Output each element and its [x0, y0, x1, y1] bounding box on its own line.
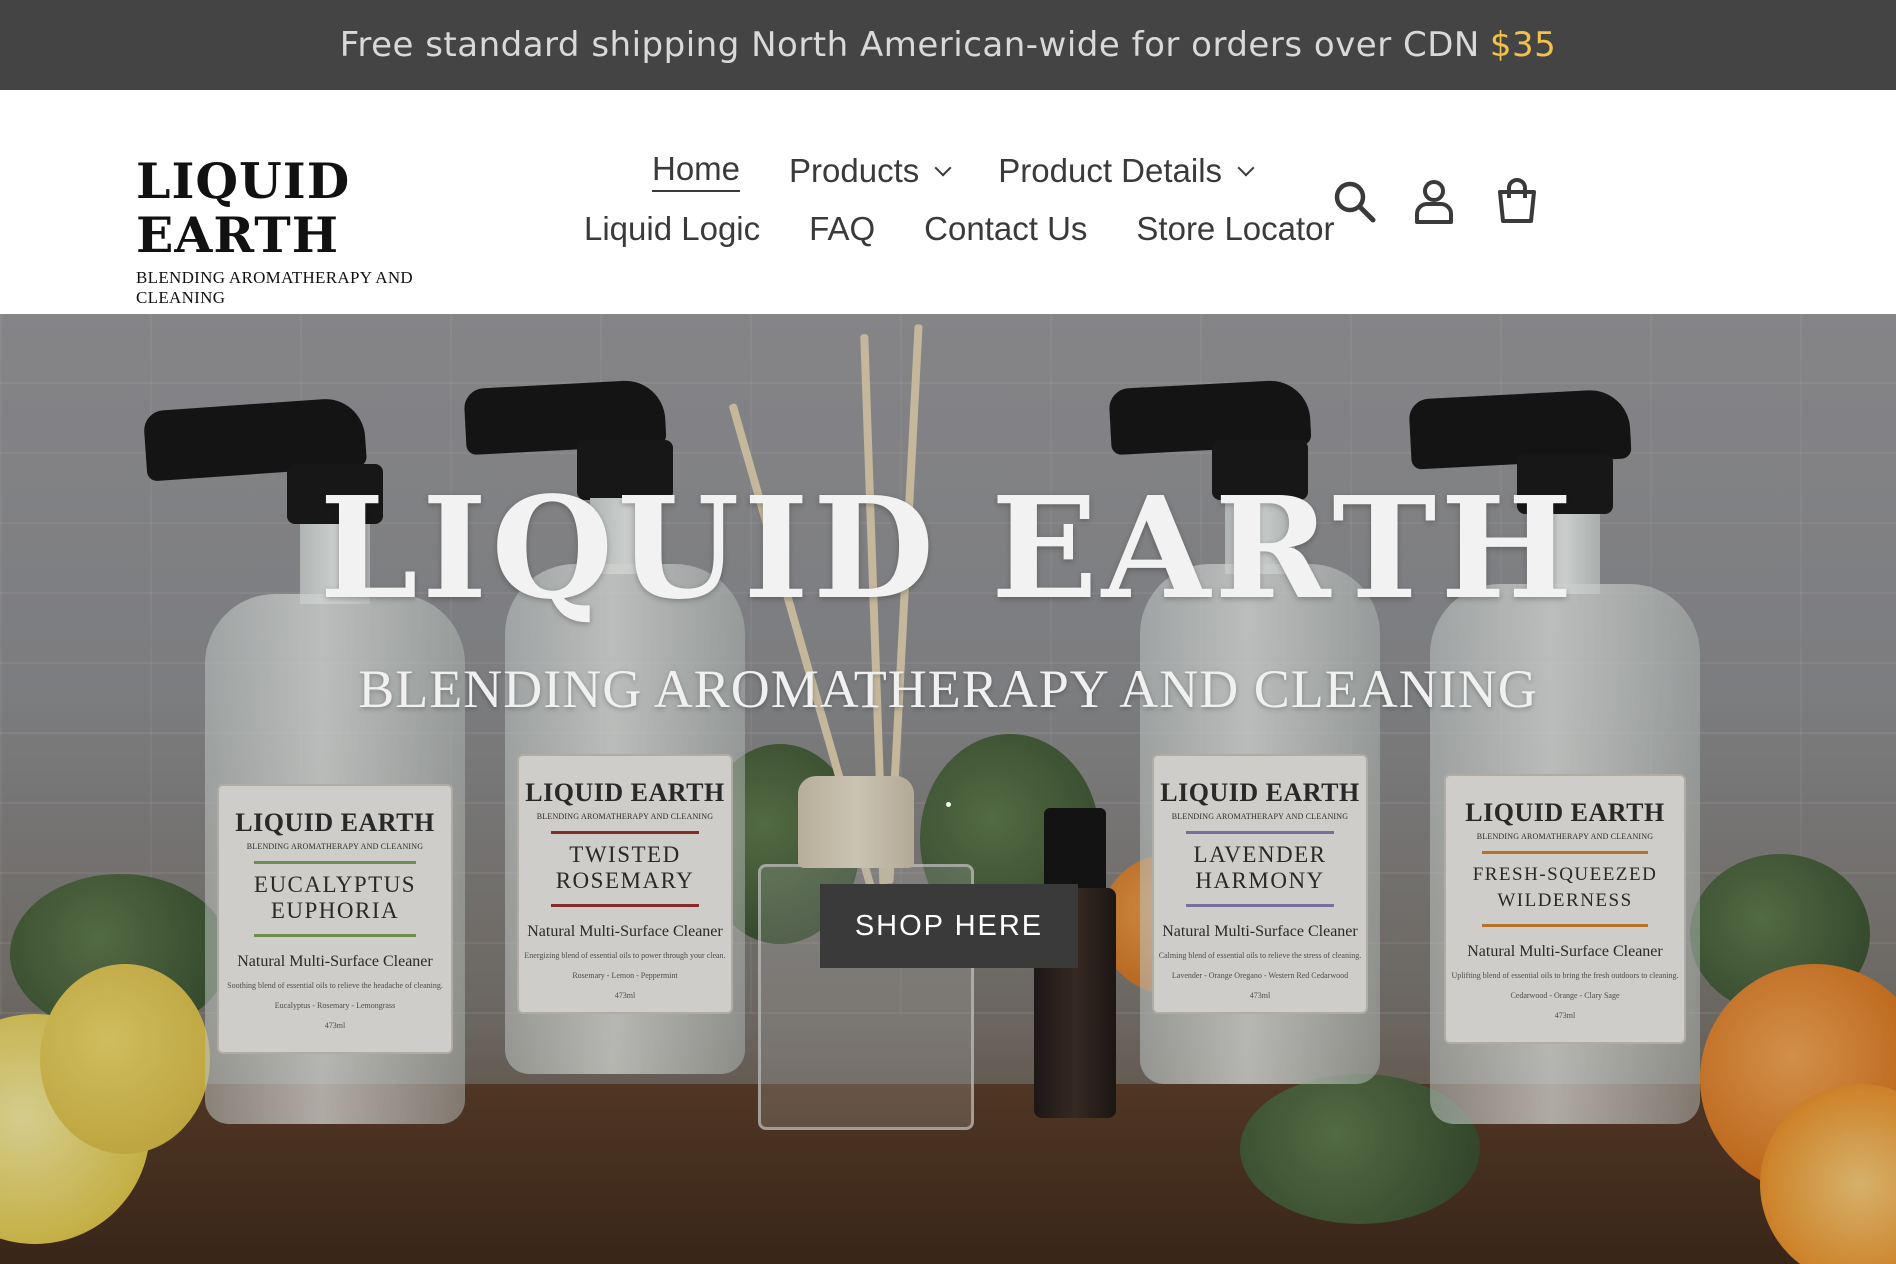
slide-indicator-dot[interactable] — [946, 802, 951, 807]
nav-liquid-logic[interactable]: Liquid Logic — [584, 210, 760, 248]
site-header: LIQUID EARTH BLENDING AROMATHERAPY AND C… — [0, 90, 1896, 314]
search-icon[interactable] — [1331, 178, 1377, 224]
account-icon[interactable] — [1411, 178, 1457, 224]
nav-home-label: Home — [652, 150, 741, 192]
main-nav-row-2: Liquid Logic FAQ Contact Us Store Locato… — [584, 210, 1384, 248]
nav-home[interactable]: Home — [652, 150, 741, 192]
hero-overlay — [0, 314, 1896, 1264]
logo-subtitle: BLENDING AROMATHERAPY AND CLEANING — [136, 268, 413, 307]
nav-liquid-logic-label: Liquid Logic — [584, 210, 761, 247]
nav-product-details-label: Product Details — [998, 152, 1223, 189]
cart-icon[interactable] — [1494, 178, 1540, 224]
nav-products[interactable]: Products — [789, 152, 952, 190]
nav-faq[interactable]: FAQ — [809, 210, 875, 248]
chevron-down-icon — [1237, 159, 1255, 177]
nav-store-locator[interactable]: Store Locator — [1136, 210, 1334, 248]
announcement-text: Free standard shipping North American-wi… — [339, 25, 1480, 65]
logo-title: LIQUID EARTH — [136, 152, 351, 264]
hero-subtitle: BLENDING AROMATHERAPY AND CLEANING — [358, 659, 1538, 719]
main-nav-row-1: Home Products Product Details — [652, 150, 1301, 192]
nav-products-label: Products — [789, 152, 920, 189]
hero-title: LIQUID EARTH — [319, 467, 1577, 631]
hero-banner: LIQUID EARTH BLENDING AROMATHERAPY AND C… — [0, 314, 1896, 1264]
nav-product-details[interactable]: Product Details — [998, 152, 1255, 190]
nav-contact-us[interactable]: Contact Us — [924, 210, 1087, 248]
nav-contact-us-label: Contact Us — [924, 210, 1088, 247]
chevron-down-icon — [934, 159, 952, 177]
logo[interactable]: LIQUID EARTH BLENDING AROMATHERAPY AND C… — [136, 154, 506, 308]
nav-faq-label: FAQ — [809, 210, 876, 247]
announcement-price: $35 — [1489, 25, 1557, 65]
shop-here-button[interactable]: SHOP HERE — [820, 884, 1078, 968]
announcement-bar: Free standard shipping North American-wi… — [0, 0, 1896, 90]
nav-store-locator-label: Store Locator — [1136, 210, 1335, 247]
